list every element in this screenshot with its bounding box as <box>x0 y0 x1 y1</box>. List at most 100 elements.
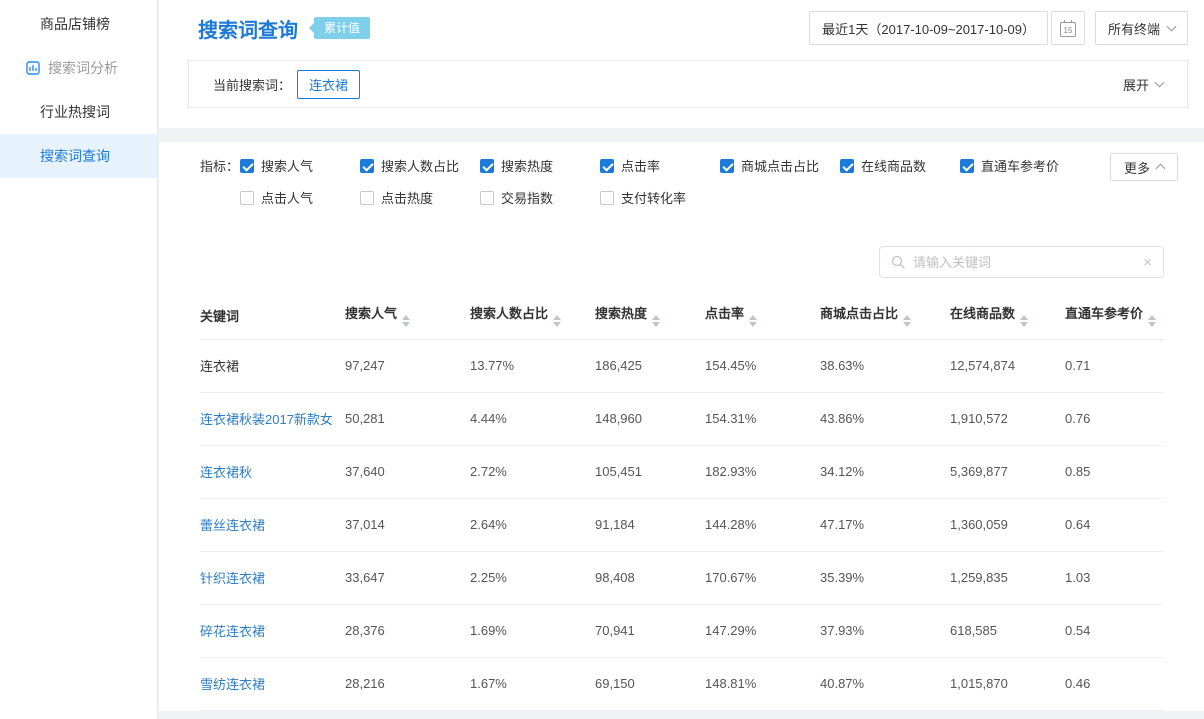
indicator-checkbox[interactable]: 搜索人数占比 <box>360 156 480 175</box>
cell-value: 1.69% <box>470 604 595 657</box>
indicator-label: 搜索热度 <box>501 156 553 175</box>
sort-icon[interactable] <box>903 315 911 327</box>
cell-value: 1,910,572 <box>950 392 1065 445</box>
checkbox-checked-icon[interactable] <box>360 159 374 173</box>
keyword-link[interactable]: 连衣裙秋 <box>200 445 345 498</box>
cell-value: 28,216 <box>345 657 470 710</box>
indicator-checkbox[interactable]: 点击人气 <box>240 188 360 207</box>
sidebar-item[interactable]: 行业热搜词 <box>0 90 157 134</box>
column-header[interactable]: 点击率 <box>705 292 820 339</box>
checkbox-unchecked-icon[interactable] <box>480 191 494 205</box>
table-header-row: 关键词 搜索人气 搜索人数占比搜索热度 点击率商城点击占比在线商品数直通车参考价 <box>200 292 1164 339</box>
current-search-word-bar: 当前搜索词： 连衣裙 展开 <box>188 60 1188 108</box>
column-header-label: 关键词 <box>200 309 239 324</box>
column-header[interactable]: 搜索人气 <box>345 292 470 339</box>
table-row: 蕾丝连衣裙37,0142.64%91,184144.28%47.17%1,360… <box>200 498 1164 551</box>
indicator-checkbox[interactable]: 直通车参考价 <box>960 156 1080 175</box>
indicator-row: 点击人气点击热度交易指数支付转化率 <box>200 188 1178 207</box>
indicator-checkbox[interactable]: 商城点击占比 <box>720 156 840 175</box>
page-header-section: 搜索词查询 累计值 最近1天（2017-10-09~2017-10-09） 15… <box>159 0 1204 128</box>
checkbox-checked-icon[interactable] <box>480 159 494 173</box>
indicator-checkbox[interactable]: 点击率 <box>600 156 720 175</box>
sort-icon[interactable] <box>1148 315 1156 327</box>
date-control-group: 最近1天（2017-10-09~2017-10-09） 15 <box>809 11 1085 45</box>
checkbox-unchecked-icon[interactable] <box>240 191 254 205</box>
cell-value: 144.28% <box>705 498 820 551</box>
header-controls: 最近1天（2017-10-09~2017-10-09） 15 所有终端 <box>809 11 1188 45</box>
checkbox-checked-icon[interactable] <box>600 159 614 173</box>
checkbox-unchecked-icon[interactable] <box>600 191 614 205</box>
column-header[interactable]: 在线商品数 <box>950 292 1065 339</box>
column-header[interactable]: 直通车参考价 <box>1065 292 1164 339</box>
cell-value: 1,015,870 <box>950 657 1065 710</box>
sort-icon[interactable] <box>553 315 561 327</box>
table-row: 连衣裙秋装2017新款女50,2814.44%148,960154.31%43.… <box>200 392 1164 445</box>
column-header-label: 搜索热度 <box>595 306 647 321</box>
cell-value: 50,281 <box>345 392 470 445</box>
cell-value: 69,150 <box>595 657 705 710</box>
indicators-panel: 指标： 搜索人气搜索人数占比搜索热度点击率商城点击占比在线商品数直通车参考价 点… <box>159 156 1204 207</box>
cell-value: 0.54 <box>1065 604 1164 657</box>
cell-value: 1,360,059 <box>950 498 1065 551</box>
indicator-checkbox[interactable]: 搜索人气 <box>240 156 360 175</box>
keyword-link[interactable]: 碎花连衣裙 <box>200 604 345 657</box>
current-word-tag[interactable]: 连衣裙 <box>297 70 360 99</box>
sidebar-item-label: 商品店铺榜 <box>40 14 110 34</box>
sidebar: 商品店铺榜搜索词分析行业热搜词搜索词查询 <box>0 0 158 719</box>
indicator-checkbox[interactable]: 搜索热度 <box>480 156 600 175</box>
cell-value: 147.29% <box>705 604 820 657</box>
column-header[interactable]: 搜索热度 <box>595 292 705 339</box>
indicator-label: 商城点击占比 <box>741 156 819 175</box>
sort-icon[interactable] <box>749 315 757 327</box>
indicator-checkbox[interactable]: 支付转化率 <box>600 188 720 207</box>
cell-value: 154.31% <box>705 392 820 445</box>
column-header[interactable]: 商城点击占比 <box>820 292 950 339</box>
indicator-checkbox[interactable]: 点击热度 <box>360 188 480 207</box>
cell-value: 37,640 <box>345 445 470 498</box>
checkbox-checked-icon[interactable] <box>720 159 734 173</box>
calendar-day-label: 15 <box>1064 26 1073 36</box>
table-row: 碎花连衣裙28,3761.69%70,941147.29%37.93%618,5… <box>200 604 1164 657</box>
indicator-checkbox[interactable]: 在线商品数 <box>840 156 960 175</box>
terminal-select[interactable]: 所有终端 <box>1095 11 1188 45</box>
cell-value: 1.03 <box>1065 551 1164 604</box>
cell-value: 154.45% <box>705 339 820 392</box>
keyword-search-box: × <box>879 246 1164 278</box>
sidebar-item-label: 搜索词分析 <box>48 58 118 78</box>
table-row: 雪纺连衣裙28,2161.67%69,150148.81%40.87%1,015… <box>200 657 1164 710</box>
column-header-label: 搜索人气 <box>345 306 397 321</box>
keyword-link[interactable]: 针织连衣裙 <box>200 551 345 604</box>
cell-value: 1,259,835 <box>950 551 1065 604</box>
sort-icon[interactable] <box>402 315 410 327</box>
cell-value: 91,184 <box>595 498 705 551</box>
sidebar-item[interactable]: 搜索词分析 <box>0 46 157 90</box>
column-header[interactable]: 搜索人数占比 <box>470 292 595 339</box>
sidebar-item[interactable]: 商品店铺榜 <box>0 2 157 46</box>
checkbox-checked-icon[interactable] <box>240 159 254 173</box>
keywords-table: 关键词 搜索人气 搜索人数占比搜索热度 点击率商城点击占比在线商品数直通车参考价 连衣… <box>200 292 1164 711</box>
indicator-checkbox[interactable]: 交易指数 <box>480 188 600 207</box>
table-body: 连衣裙97,24713.77%186,425154.45%38.63%12,57… <box>200 339 1164 710</box>
checkbox-checked-icon[interactable] <box>840 159 854 173</box>
cell-value: 148,960 <box>595 392 705 445</box>
cell-value: 40.87% <box>820 657 950 710</box>
more-button[interactable]: 更多 <box>1110 153 1178 181</box>
sidebar-item[interactable]: 搜索词查询 <box>0 134 157 178</box>
content-section: 指标： 搜索人气搜索人数占比搜索热度点击率商城点击占比在线商品数直通车参考价 点… <box>159 142 1204 711</box>
calendar-button[interactable]: 15 <box>1051 11 1085 45</box>
sort-icon[interactable] <box>652 315 660 327</box>
keyword-link[interactable]: 连衣裙秋装2017新款女 <box>200 392 345 445</box>
cell-value: 0.71 <box>1065 339 1164 392</box>
sort-icon[interactable] <box>1020 315 1028 327</box>
cell-value: 0.76 <box>1065 392 1164 445</box>
cell-value: 2.25% <box>470 551 595 604</box>
search-input[interactable] <box>913 255 1135 270</box>
clear-icon[interactable]: × <box>1135 255 1152 270</box>
checkbox-checked-icon[interactable] <box>960 159 974 173</box>
checkbox-unchecked-icon[interactable] <box>360 191 374 205</box>
expand-toggle[interactable]: 展开 <box>1123 75 1163 94</box>
date-range-button[interactable]: 最近1天（2017-10-09~2017-10-09） <box>809 11 1048 45</box>
keyword-link[interactable]: 雪纺连衣裙 <box>200 657 345 710</box>
keyword-link[interactable]: 蕾丝连衣裙 <box>200 498 345 551</box>
cell-value: 13.77% <box>470 339 595 392</box>
